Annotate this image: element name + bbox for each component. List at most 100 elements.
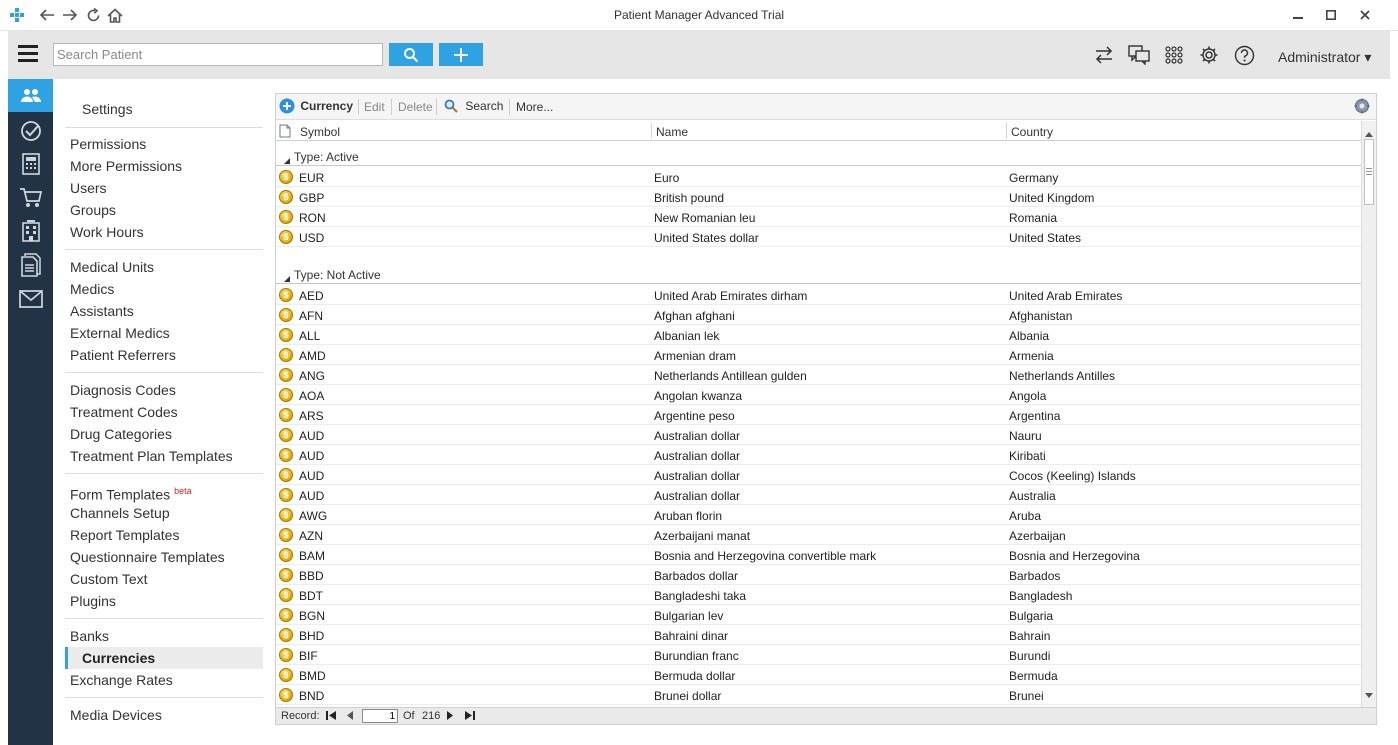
table-row[interactable]: $ BMD Bermuda dollar Bermuda bbox=[276, 665, 1361, 685]
group-label: Type: Not Active bbox=[294, 268, 381, 282]
vertical-scrollbar[interactable] bbox=[1361, 121, 1376, 707]
settings-item-external-medics[interactable]: External Medics bbox=[70, 322, 170, 344]
cell-country: Australia bbox=[1009, 489, 1056, 503]
collapse-triangle-icon[interactable] bbox=[284, 153, 290, 167]
settings-item-groups[interactable]: Groups bbox=[70, 199, 116, 221]
table-row[interactable]: $ AFN Afghan afghani Afghanistan bbox=[276, 305, 1361, 325]
settings-menu: Settings Permissions More Permissions User… bbox=[53, 79, 274, 745]
settings-item-currencies[interactable]: Currencies bbox=[65, 647, 263, 669]
table-row[interactable]: $ RON New Romanian leu Romania bbox=[276, 207, 1361, 227]
minimize-button[interactable] bbox=[1287, 6, 1309, 24]
cell-country: Bahrain bbox=[1009, 629, 1051, 643]
new-row-icon[interactable] bbox=[279, 124, 291, 141]
column-name[interactable]: Name bbox=[656, 125, 688, 139]
close-button[interactable] bbox=[1354, 6, 1376, 24]
user-menu[interactable]: Administrator ▾ bbox=[1278, 49, 1371, 66]
settings-item-permissions[interactable]: Permissions bbox=[70, 133, 146, 155]
settings-item-media-devices[interactable]: Media Devices bbox=[70, 704, 162, 726]
coin-icon: $ bbox=[279, 408, 293, 422]
table-row[interactable]: $ ANG Netherlands Antillean gulden Netherla… bbox=[276, 365, 1361, 385]
table-row[interactable]: $ GBP British pound United Kingdom bbox=[276, 187, 1361, 207]
table-row[interactable]: $ BGN Bulgarian lev Bulgaria bbox=[276, 605, 1361, 625]
table-row[interactable]: $ ALL Albanian lek Albania bbox=[276, 325, 1361, 345]
settings-item-banks[interactable]: Banks bbox=[70, 625, 109, 647]
group-row[interactable]: Type: Not Active bbox=[276, 260, 1361, 284]
next-record-icon[interactable] bbox=[447, 711, 453, 723]
column-symbol[interactable]: Symbol bbox=[300, 125, 340, 139]
collapse-triangle-icon[interactable] bbox=[284, 271, 290, 285]
menu-icon[interactable] bbox=[18, 45, 38, 63]
table-row[interactable]: $ BND Brunei dollar Brunei bbox=[276, 685, 1361, 705]
settings-item-channels-setup[interactable]: Channels Setup bbox=[70, 502, 170, 524]
group-row[interactable]: Type: Active bbox=[276, 142, 1361, 166]
add-currency-button[interactable]: Currency bbox=[279, 98, 353, 114]
add-patient-button[interactable] bbox=[439, 43, 483, 66]
table-row[interactable]: $ USD United States dollar United States bbox=[276, 227, 1361, 247]
gear-icon[interactable] bbox=[1198, 44, 1220, 66]
record-number-input[interactable] bbox=[362, 709, 398, 723]
settings-item-diagnosis-codes[interactable]: Diagnosis Codes bbox=[70, 379, 176, 401]
table-row[interactable]: $ AWG Aruban florin Aruba bbox=[276, 505, 1361, 525]
table-row[interactable]: $ AUD Australian dollar Kiribati bbox=[276, 445, 1361, 465]
settings-item-report-templates[interactable]: Report Templates bbox=[70, 524, 179, 546]
apps-grid-icon[interactable] bbox=[1163, 44, 1185, 66]
settings-item-plugins[interactable]: Plugins bbox=[70, 590, 116, 612]
cell-country: Germany bbox=[1009, 171, 1059, 185]
patients-icon[interactable] bbox=[8, 79, 53, 112]
search-button[interactable] bbox=[389, 43, 433, 66]
settings-item-medics[interactable]: Medics bbox=[70, 278, 114, 300]
delete-button[interactable]: Delete bbox=[398, 100, 433, 114]
table-row[interactable]: $ AZN Azerbaijani manat Azerbaijan bbox=[276, 525, 1361, 545]
shopping-cart-icon[interactable] bbox=[8, 181, 53, 214]
documents-icon[interactable] bbox=[8, 248, 53, 281]
table-row[interactable]: $ EUR Euro Germany bbox=[276, 167, 1361, 187]
settings-item-assistants[interactable]: Assistants bbox=[70, 300, 134, 322]
settings-item-form-templates[interactable]: Form Templates beta bbox=[70, 480, 192, 503]
settings-item-more-permissions[interactable]: More Permissions bbox=[70, 155, 182, 177]
more-button[interactable]: More... bbox=[516, 100, 553, 114]
table-row[interactable]: $ BAM Bosnia and Herzegovina convertible m… bbox=[276, 545, 1361, 565]
settings-item-work-hours[interactable]: Work Hours bbox=[70, 221, 144, 243]
settings-item-treatment-plan-templates[interactable]: Treatment Plan Templates bbox=[70, 445, 233, 467]
settings-item-label: Treatment Plan Templates bbox=[70, 448, 233, 464]
table-row[interactable]: $ BDT Bangladeshi taka Bangladesh bbox=[276, 585, 1361, 605]
sync-icon[interactable] bbox=[1093, 44, 1115, 66]
settings-item-users[interactable]: Users bbox=[70, 177, 107, 199]
settings-item-exchange-rates[interactable]: Exchange Rates bbox=[70, 669, 173, 691]
column-country[interactable]: Country bbox=[1011, 125, 1053, 139]
table-row[interactable]: $ AUD Australian dollar Australia bbox=[276, 485, 1361, 505]
scroll-down-icon[interactable] bbox=[1365, 686, 1373, 704]
settings-item-drug-categories[interactable]: Drug Categories bbox=[70, 423, 172, 445]
maximize-button[interactable] bbox=[1320, 6, 1342, 24]
table-row[interactable]: $ AUD Australian dollar Nauru bbox=[276, 425, 1361, 445]
first-record-icon[interactable] bbox=[326, 711, 336, 723]
table-row[interactable]: $ BIF Burundian franc Burundi bbox=[276, 645, 1361, 665]
table-row[interactable]: $ AUD Australian dollar Cocos (Keeling) Isl… bbox=[276, 465, 1361, 485]
settings-item-custom-text[interactable]: Custom Text bbox=[70, 568, 148, 590]
chat-icon[interactable] bbox=[1128, 44, 1150, 66]
edit-button[interactable]: Edit bbox=[364, 100, 385, 114]
tasks-check-icon[interactable] bbox=[8, 114, 53, 147]
grid-search-button[interactable]: Search bbox=[444, 98, 503, 113]
previous-record-icon[interactable] bbox=[347, 711, 353, 723]
last-record-icon[interactable] bbox=[465, 711, 475, 723]
search-patient-input[interactable] bbox=[53, 43, 383, 66]
settings-item-patient-referrers[interactable]: Patient Referrers bbox=[70, 344, 176, 366]
settings-item-medical-units[interactable]: Medical Units bbox=[70, 256, 154, 278]
settings-item-treatment-codes[interactable]: Treatment Codes bbox=[70, 401, 178, 423]
table-row[interactable]: $ BBD Barbados dollar Barbados bbox=[276, 565, 1361, 585]
settings-item-questionnaire-templates[interactable]: Questionnaire Templates bbox=[70, 546, 225, 568]
scroll-thumb[interactable] bbox=[1364, 139, 1374, 205]
table-row[interactable]: $ AMD Armenian dram Armenia bbox=[276, 345, 1361, 365]
building-icon[interactable] bbox=[8, 214, 53, 247]
table-row[interactable]: $ AOA Angolan kwanza Angola bbox=[276, 385, 1361, 405]
mail-icon[interactable] bbox=[8, 282, 53, 315]
grid-settings-icon[interactable] bbox=[1354, 98, 1370, 117]
table-row[interactable]: $ BHD Bahraini dinar Bahrain bbox=[276, 625, 1361, 645]
table-row[interactable]: $ AED United Arab Emirates dirham United Ar… bbox=[276, 285, 1361, 305]
help-icon[interactable] bbox=[1233, 44, 1255, 66]
table-row[interactable]: $ ARS Argentine peso Argentina bbox=[276, 405, 1361, 425]
calculator-icon[interactable] bbox=[8, 147, 53, 180]
group-label: Type: Active bbox=[294, 150, 359, 164]
cell-name: Argentine peso bbox=[654, 409, 735, 423]
